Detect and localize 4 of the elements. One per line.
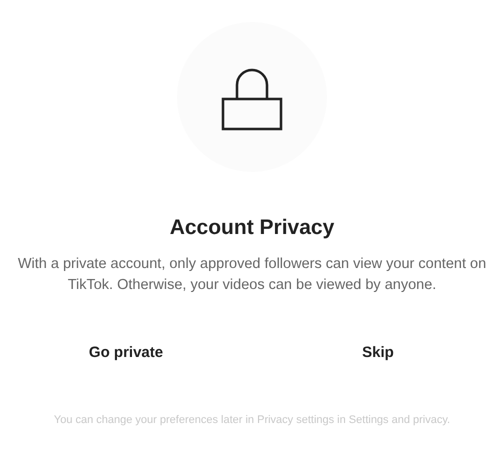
dialog-title: Account Privacy xyxy=(170,215,334,241)
option-button[interactable]: Skip xyxy=(350,334,406,372)
description: With a private account, only approved followers can view your content on TikTok. Otherwise, your videos can be viewed by anyone. xyxy=(16,254,488,294)
option-button[interactable]: Go private xyxy=(76,334,176,372)
